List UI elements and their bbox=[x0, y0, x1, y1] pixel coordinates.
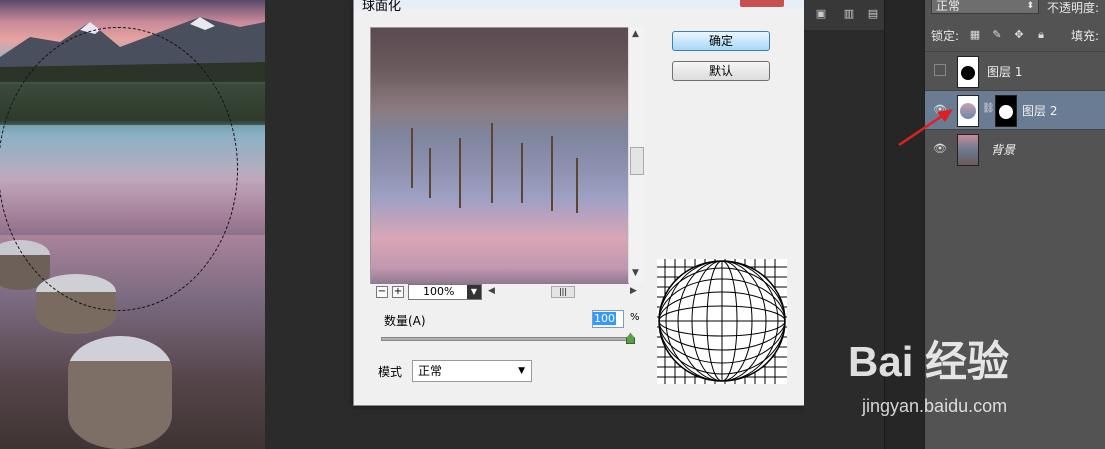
amount-label: 数量(A) bbox=[384, 314, 426, 328]
spherize-dialog: 球面化 ▲ ▼ − + 100% ▼ ◀ ||| ▶ 确定 默认 数量(A) 1… bbox=[353, 0, 806, 406]
blend-mode-select[interactable]: 正常 ⬍ bbox=[931, 0, 1039, 14]
zoom-level-value: 100% bbox=[423, 285, 455, 298]
reed bbox=[521, 143, 523, 203]
layer-thumbnail bbox=[957, 95, 979, 127]
layer-name: 背景 bbox=[991, 143, 1016, 157]
zoom-in-button[interactable]: + bbox=[392, 286, 404, 298]
amount-unit: % bbox=[630, 312, 640, 323]
scroll-left-icon[interactable]: ◀ bbox=[488, 286, 495, 296]
fill-label: 填充: bbox=[1071, 29, 1100, 43]
layer-row[interactable]: 图层 1 bbox=[925, 51, 1105, 90]
chevron-updown-icon: ⬍ bbox=[1026, 1, 1034, 11]
zoom-level-field[interactable]: 100% ▼ bbox=[408, 284, 482, 300]
scroll-down-icon[interactable]: ▼ bbox=[632, 268, 639, 278]
reed bbox=[551, 136, 553, 211]
visibility-toggle[interactable] bbox=[934, 64, 946, 76]
default-button[interactable]: 默认 bbox=[672, 61, 770, 81]
blend-mode-value: 正常 bbox=[936, 0, 961, 13]
annotation-arrow bbox=[898, 109, 953, 147]
scroll-thumb[interactable]: ||| bbox=[551, 286, 575, 298]
lock-transparent-pixels-icon[interactable]: ▦ bbox=[969, 28, 981, 41]
preview-zoom-bar: − + 100% ▼ ◀ ||| ▶ bbox=[370, 284, 643, 300]
document-canvas[interactable] bbox=[0, 0, 265, 449]
elliptical-selection-marquee bbox=[0, 27, 238, 311]
spherize-grid-preview bbox=[657, 259, 787, 384]
chevron-down-icon: ▼ bbox=[518, 366, 525, 376]
mode-select[interactable]: 正常 ▼ bbox=[412, 360, 532, 382]
reed bbox=[576, 158, 578, 213]
reed bbox=[429, 148, 431, 198]
camera-icon[interactable]: ▣ bbox=[814, 7, 828, 20]
amount-slider[interactable] bbox=[381, 337, 633, 341]
layer-thumbnail bbox=[957, 56, 979, 88]
trash-icon[interactable]: ▥ bbox=[842, 7, 856, 20]
zoom-out-button[interactable]: − bbox=[376, 286, 388, 298]
dialog-title: 球面化 bbox=[362, 0, 402, 14]
lock-image-pixels-icon[interactable]: ✎ bbox=[991, 28, 1003, 41]
stump bbox=[68, 336, 172, 449]
panel-options-icon[interactable]: ▤ bbox=[866, 7, 880, 20]
amount-input[interactable]: 100 bbox=[592, 310, 624, 328]
watermark-url: jingyan.baidu.com bbox=[862, 396, 1008, 416]
layer-name: 图层 1 bbox=[987, 65, 1023, 79]
amount-value: 100 bbox=[593, 312, 616, 325]
preview-horizontal-scrollbar[interactable]: ◀ ||| ▶ bbox=[488, 286, 637, 298]
mode-label: 模式 bbox=[378, 365, 403, 379]
lock-label: 锁定: bbox=[931, 29, 960, 43]
link-icon[interactable]: ⛓ bbox=[982, 103, 995, 114]
baidu-watermark: Bai 经验 bbox=[848, 338, 1010, 385]
preview-vertical-scrollbar[interactable]: ▲ ▼ bbox=[628, 27, 644, 283]
mode-value: 正常 bbox=[418, 364, 443, 378]
layer-mask-thumbnail[interactable] bbox=[995, 95, 1017, 127]
close-button[interactable] bbox=[740, 0, 784, 7]
dialog-titlebar[interactable] bbox=[354, 0, 805, 9]
ok-button[interactable]: 确定 bbox=[672, 31, 770, 51]
opacity-label: 不透明度: bbox=[1047, 1, 1100, 15]
layer-name: 图层 2 bbox=[1022, 104, 1058, 118]
zoom-dropdown-icon[interactable]: ▼ bbox=[467, 285, 481, 299]
scroll-right-icon[interactable]: ▶ bbox=[630, 286, 637, 296]
scroll-thumb[interactable] bbox=[630, 147, 644, 175]
reed bbox=[411, 128, 413, 188]
filter-preview[interactable] bbox=[370, 27, 629, 285]
panel-toolbar: ▣ ▥ ▤ bbox=[804, 0, 884, 30]
lock-all-icon[interactable]: 🔒︎ bbox=[1035, 28, 1047, 41]
canvas-background bbox=[265, 0, 353, 449]
amount-slider-handle[interactable] bbox=[626, 333, 635, 344]
lock-position-icon[interactable]: ✥ bbox=[1013, 28, 1025, 41]
layer-thumbnail bbox=[957, 134, 979, 166]
reed bbox=[491, 123, 493, 203]
scroll-up-icon[interactable]: ▲ bbox=[632, 29, 639, 39]
reed bbox=[459, 138, 461, 208]
